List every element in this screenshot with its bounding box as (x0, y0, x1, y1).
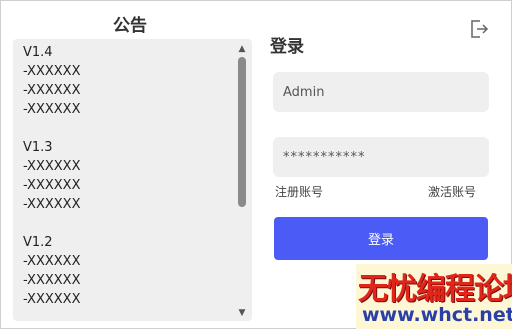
exit-icon[interactable] (467, 17, 491, 41)
notice-panel[interactable]: V1.4 -XXXXXX -XXXXXX -XXXXXX V1.3 -XXXXX… (13, 39, 252, 321)
watermark-title: 无忧编程论坛 (358, 272, 512, 307)
password-input[interactable] (273, 137, 489, 177)
login-button[interactable]: 登录 (274, 217, 488, 260)
scroll-down-arrow-icon[interactable]: ▼ (235, 307, 249, 319)
scroll-thumb[interactable] (238, 57, 246, 207)
notice-content: V1.4 -XXXXXX -XXXXXX -XXXXXX V1.3 -XXXXX… (23, 45, 81, 307)
username-input[interactable] (273, 72, 489, 112)
site-watermark: 无忧编程论坛 www.whct.net (356, 264, 512, 329)
register-link[interactable]: 注册账号 (275, 183, 323, 200)
watermark-url: www.whct.net (362, 304, 512, 326)
scroll-up-arrow-icon[interactable]: ▲ (235, 43, 249, 55)
activate-link[interactable]: 激活账号 (428, 183, 476, 200)
login-title: 登录 (270, 37, 304, 57)
notice-scrollbar[interactable]: ▲ ▼ (235, 43, 249, 319)
notice-title: 公告 (113, 16, 147, 36)
